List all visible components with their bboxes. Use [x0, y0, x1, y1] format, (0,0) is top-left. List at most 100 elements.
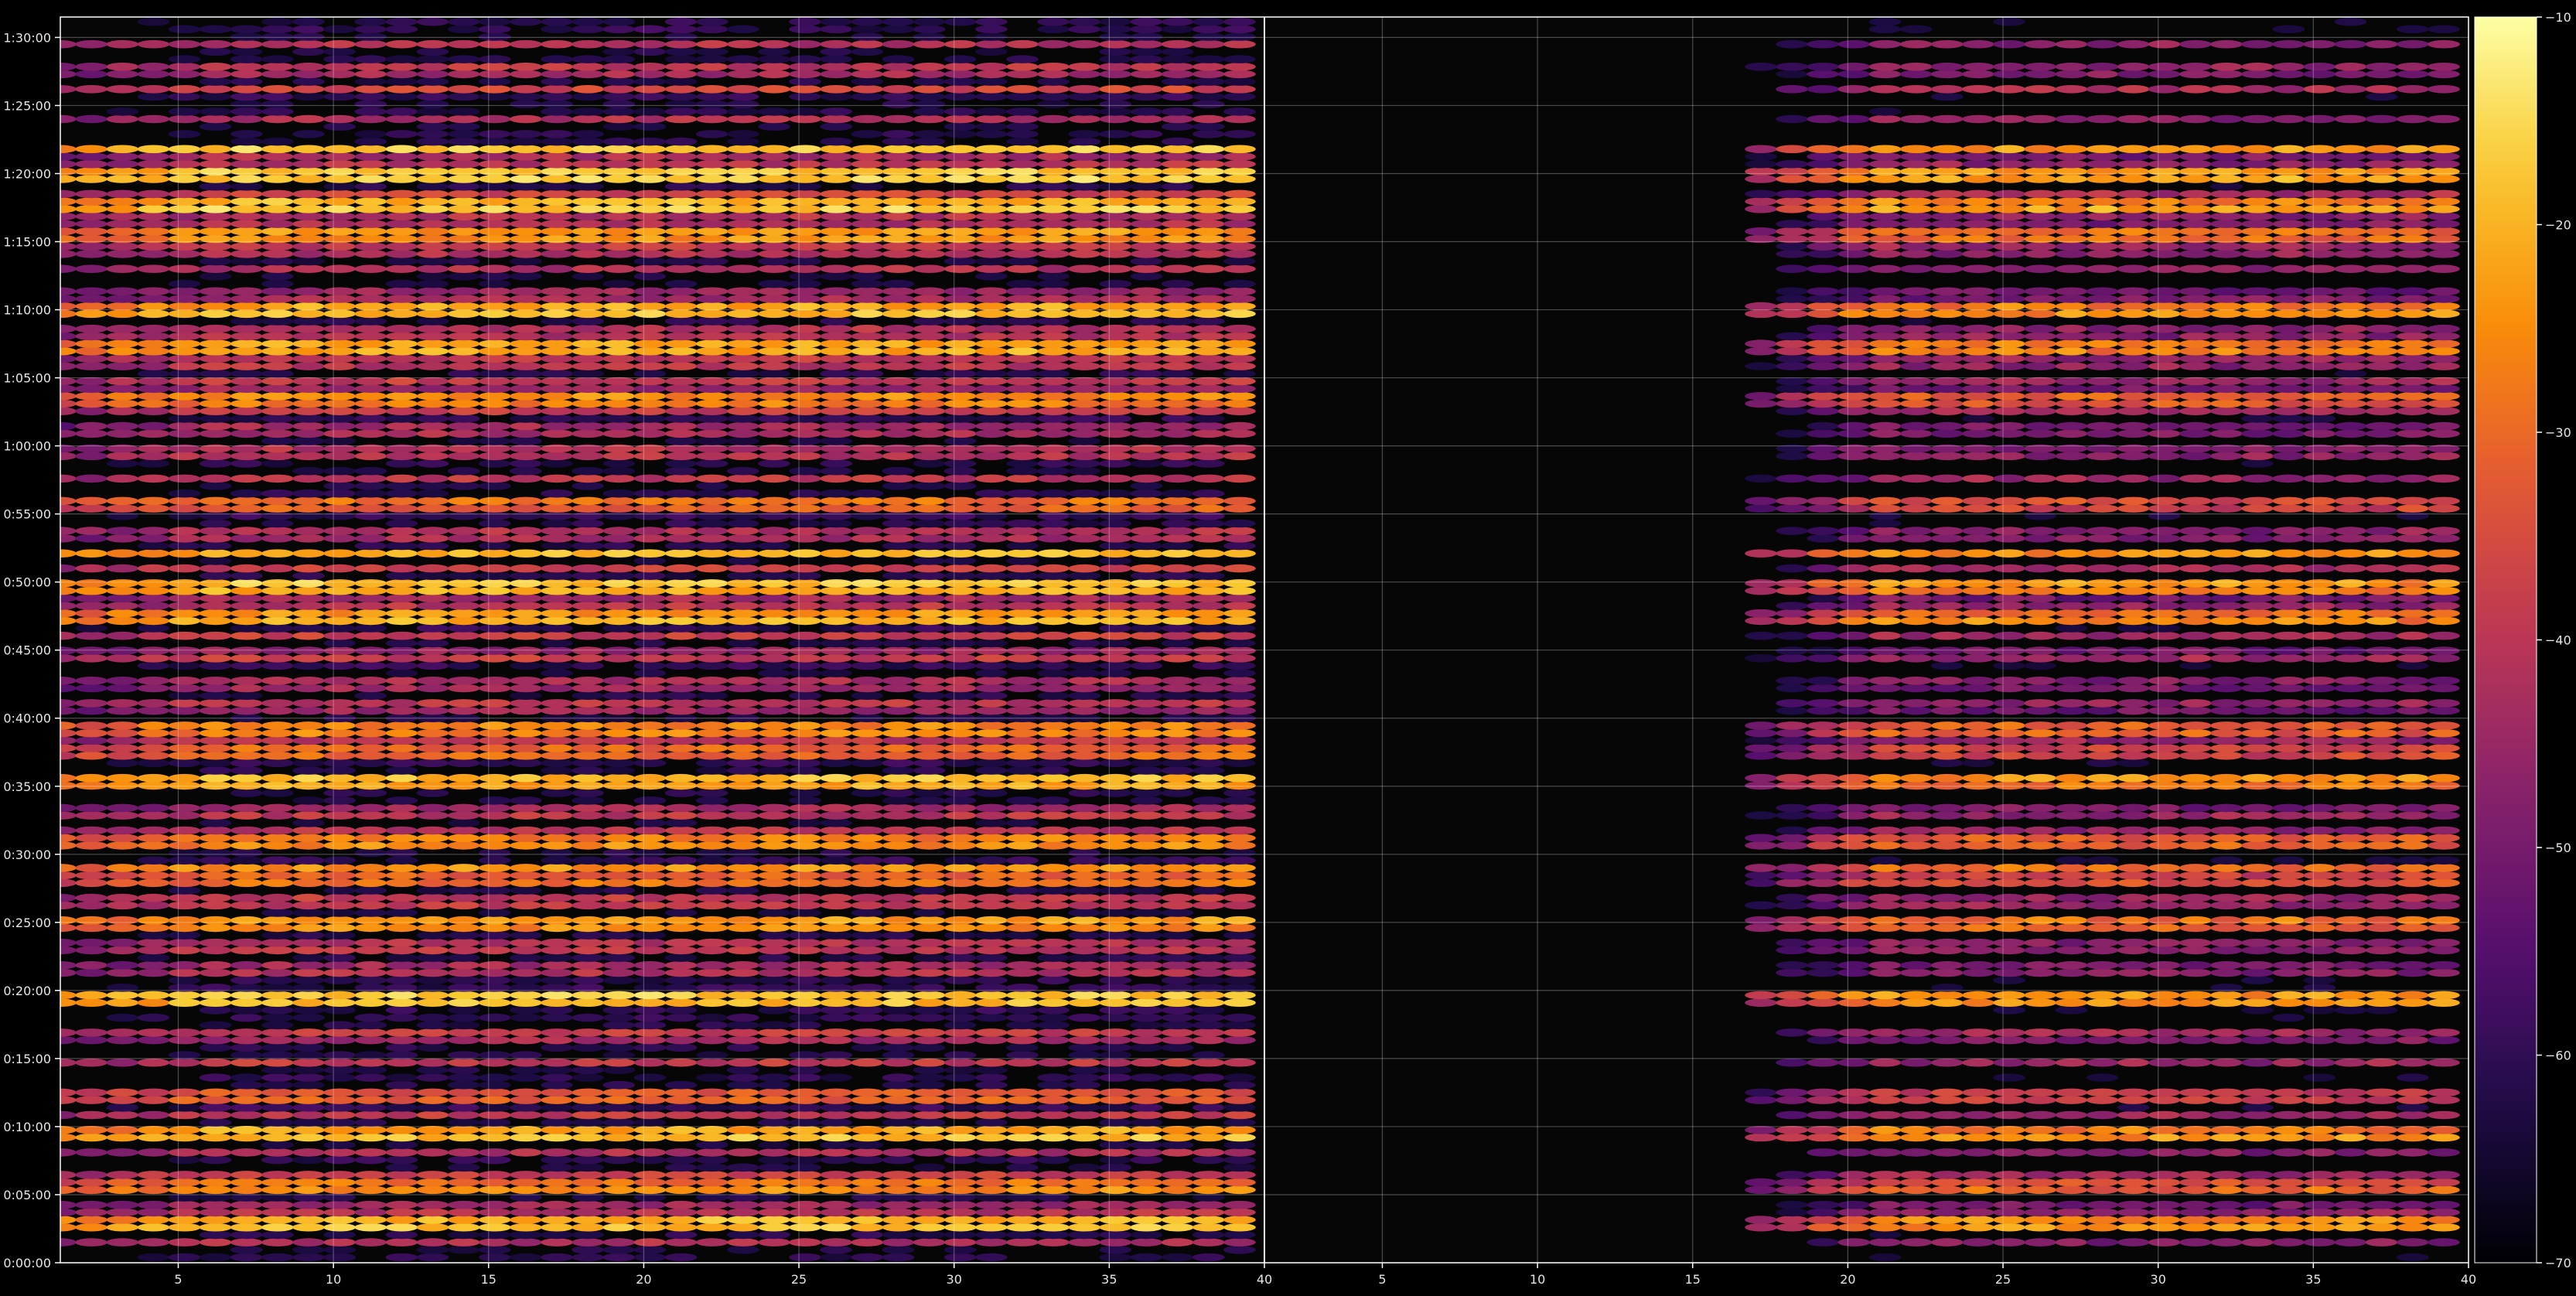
heatmap-cell [323, 250, 357, 258]
heatmap-cell [851, 602, 884, 610]
heatmap-cell [975, 677, 1008, 685]
heatmap-cell [1192, 781, 1225, 790]
heatmap-cell [758, 909, 790, 917]
heatmap-cell [75, 429, 107, 438]
heatmap-cell [1161, 220, 1194, 228]
heatmap-cell [571, 586, 605, 595]
heatmap-cell [137, 287, 170, 296]
heatmap-cell [1223, 744, 1256, 752]
heatmap-cell [758, 624, 790, 633]
heatmap-cell [1099, 250, 1132, 258]
heatmap-cell [913, 459, 946, 468]
heatmap-cell [75, 1178, 107, 1187]
heatmap-cell [789, 789, 821, 797]
heatmap-cell [820, 339, 853, 348]
heatmap-cell [292, 392, 325, 401]
heatmap-cell [913, 871, 946, 880]
heatmap-cell [1068, 1110, 1101, 1120]
heatmap-cell [633, 295, 667, 303]
heatmap-cell [106, 324, 139, 333]
heatmap-cell [789, 901, 821, 910]
heatmap-cell [571, 114, 605, 124]
heatmap-cell [1068, 841, 1101, 850]
heatmap-cell [106, 1126, 139, 1134]
heatmap-cell [1130, 773, 1163, 783]
heatmap-cell [633, 1021, 667, 1030]
heatmap-cell [168, 968, 201, 977]
heatmap-cell [447, 159, 480, 169]
heatmap-cell [1068, 886, 1101, 895]
heatmap-cell [1223, 279, 1256, 288]
heatmap-cell [726, 549, 759, 558]
heatmap-cell [478, 130, 511, 138]
heatmap-cell [1130, 332, 1163, 341]
heatmap-cell [478, 699, 511, 708]
heatmap-cell [168, 1238, 201, 1247]
heatmap-cell [230, 167, 263, 176]
heatmap-cell [943, 175, 977, 183]
heatmap-cell [1037, 721, 1070, 730]
heatmap-cell [261, 152, 294, 161]
heatmap-cell [1161, 834, 1194, 842]
heatmap-cell [199, 287, 232, 296]
heatmap-cell [137, 856, 170, 865]
heatmap-cell [664, 654, 698, 663]
heatmap-cell [1037, 564, 1070, 573]
heatmap-cell [975, 332, 1008, 341]
heatmap-cell [726, 175, 759, 183]
heatmap-cell [1099, 781, 1132, 790]
heatmap-cell [385, 953, 418, 962]
heatmap-cell [1006, 339, 1039, 348]
heatmap-cell [261, 803, 294, 813]
heatmap-cell [1161, 489, 1194, 498]
heatmap-cell [416, 1073, 449, 1082]
heatmap-cell [789, 834, 821, 842]
heatmap-cell [541, 968, 573, 977]
heatmap-cell [385, 616, 418, 626]
heatmap-cell [385, 504, 418, 513]
heatmap-cell [943, 1171, 977, 1179]
heatmap-cell [478, 998, 511, 1007]
heatmap-cell [1130, 1178, 1163, 1187]
heatmap-cell [1099, 699, 1132, 708]
heatmap-cell [820, 961, 853, 970]
heatmap-cell [137, 429, 170, 438]
heatmap-cell [758, 205, 790, 213]
heatmap-cell [261, 602, 294, 610]
heatmap-cell [137, 916, 170, 925]
heatmap-cell [447, 324, 480, 333]
heatmap-cell [664, 909, 698, 917]
heatmap-cell [1006, 429, 1039, 438]
heatmap-cell [1006, 1088, 1039, 1097]
heatmap-cell [571, 773, 605, 783]
heatmap-cell [913, 1028, 946, 1037]
heatmap-cell [664, 1133, 698, 1142]
heatmap-cell [354, 332, 387, 341]
heatmap-cell [1130, 1021, 1163, 1030]
heatmap-cell [758, 759, 790, 768]
heatmap-cell [541, 295, 573, 303]
heatmap-cell [1037, 279, 1070, 288]
heatmap-cell [447, 736, 480, 745]
heatmap-cell [106, 579, 139, 588]
heatmap-cell [230, 654, 263, 663]
heatmap-cell [602, 1185, 636, 1195]
heatmap-cell [789, 519, 821, 528]
heatmap-cell [261, 264, 294, 274]
heatmap-cell [1161, 841, 1194, 850]
heatmap-cell [106, 309, 139, 319]
heatmap-cell [75, 871, 107, 880]
heatmap-cell [1099, 1110, 1132, 1120]
heatmap-cell [416, 377, 449, 386]
heatmap-cell [416, 362, 449, 370]
heatmap-cell [75, 212, 107, 221]
heatmap-cell [416, 205, 449, 213]
heatmap-cell [261, 1133, 294, 1142]
heatmap-cell [510, 339, 542, 348]
heatmap-cell [261, 1096, 294, 1104]
heatmap-cell [354, 354, 387, 363]
heatmap-cell [726, 661, 759, 670]
heatmap-cell [1192, 512, 1225, 520]
heatmap-cell [199, 864, 232, 872]
heatmap-cell [385, 474, 418, 483]
